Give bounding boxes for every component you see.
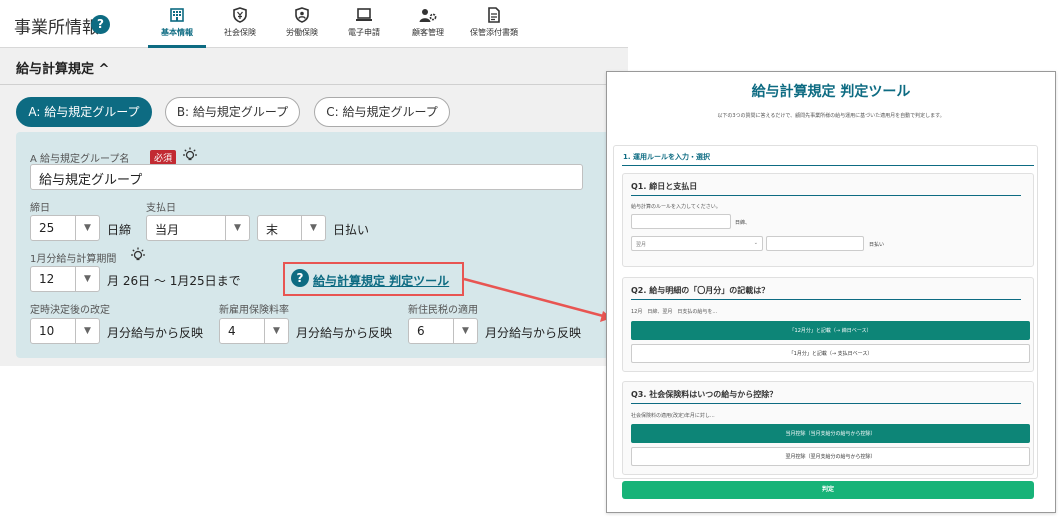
q2-desc: 12月 日締、翌月 日支払の給与を... xyxy=(631,309,718,315)
q1-card: Q1. 締日と支払日 給与計算のルールを入力してください。 日締、 翌月 ⌄ 日払… xyxy=(622,173,1034,267)
chevron-down-icon: ⌄ xyxy=(753,240,758,246)
q3-next-month-button[interactable]: 翌月控除（翌月支給分の給与から控除） xyxy=(631,447,1030,466)
modal-title: 給与計算規定 判定ツール xyxy=(751,84,911,100)
q1-suffix: 日払い xyxy=(869,242,885,248)
q3-title: Q3. 社会保険料はいつの給与から控除？ xyxy=(631,390,778,399)
q2-card: Q2. 給与明細の「〇月分」の記載は？ 12月 日締、翌月 日支払の給与を...… xyxy=(622,277,1034,372)
q2-title: Q2. 給与明細の「〇月分」の記載は？ xyxy=(631,286,770,295)
rules-section-title: 1. 運用ルールを入力・選択 xyxy=(623,153,710,161)
q1-month-select[interactable]: 翌月 ⌄ xyxy=(631,236,763,251)
divider xyxy=(622,165,1034,166)
modal-description: 以下の3つの質問に答えるだけで、顧問先事業所様の給与運用に基づいた適用月を自動で… xyxy=(717,113,945,119)
tool-modal: 給与計算規定 判定ツール 以下の3つの質問に答えるだけで、顧問先事業所様の給与運… xyxy=(606,71,1056,513)
q2-payday-base-button[interactable]: 「1月分」と記載（→ 支払日ベース） xyxy=(631,344,1030,363)
q1-desc: 給与計算のルールを入力してください。 xyxy=(631,204,721,210)
q3-current-month-button[interactable]: 当月控除（当月支給分の給与から控除） xyxy=(631,424,1030,443)
q1-payday-input[interactable] xyxy=(766,236,864,251)
judge-button[interactable]: 判定 xyxy=(622,481,1034,499)
q1-closing-input[interactable] xyxy=(631,214,731,229)
q1-suffix: 日締、 xyxy=(735,220,751,226)
divider xyxy=(631,403,1021,404)
select-value: 翌月 xyxy=(636,242,647,248)
divider xyxy=(631,299,1021,300)
q3-desc: 社会保険料の適用(改定)年月に対し... xyxy=(631,413,715,419)
divider xyxy=(631,195,1021,196)
rules-card: 1. 運用ルールを入力・選択 Q1. 締日と支払日 給与計算のルールを入力してく… xyxy=(613,145,1038,479)
q3-card: Q3. 社会保険料はいつの給与から控除？ 社会保険料の適用(改定)年月に対し..… xyxy=(622,381,1034,475)
q1-title: Q1. 締日と支払日 xyxy=(631,182,698,191)
q2-closing-base-button[interactable]: 「12月分」と記載（→ 締日ベース） xyxy=(631,321,1030,340)
